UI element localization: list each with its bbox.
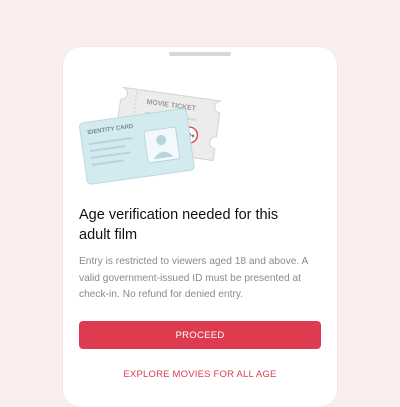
drag-handle[interactable] [169,52,231,56]
id-and-ticket-illustration: MOVIE TICKET 18+ IDENTITY CARD [79,86,222,185]
explore-all-ages-link[interactable]: EXPLORE MOVIES FOR ALL AGE [79,366,321,382]
dialog-title: Age verification needed for this adult f… [79,207,279,243]
dialog-body: Entry is restricted to viewers aged 18 a… [79,256,308,300]
proceed-button[interactable]: PROCEED [79,321,321,349]
identity-card-icon: IDENTITY CARD [79,108,195,185]
